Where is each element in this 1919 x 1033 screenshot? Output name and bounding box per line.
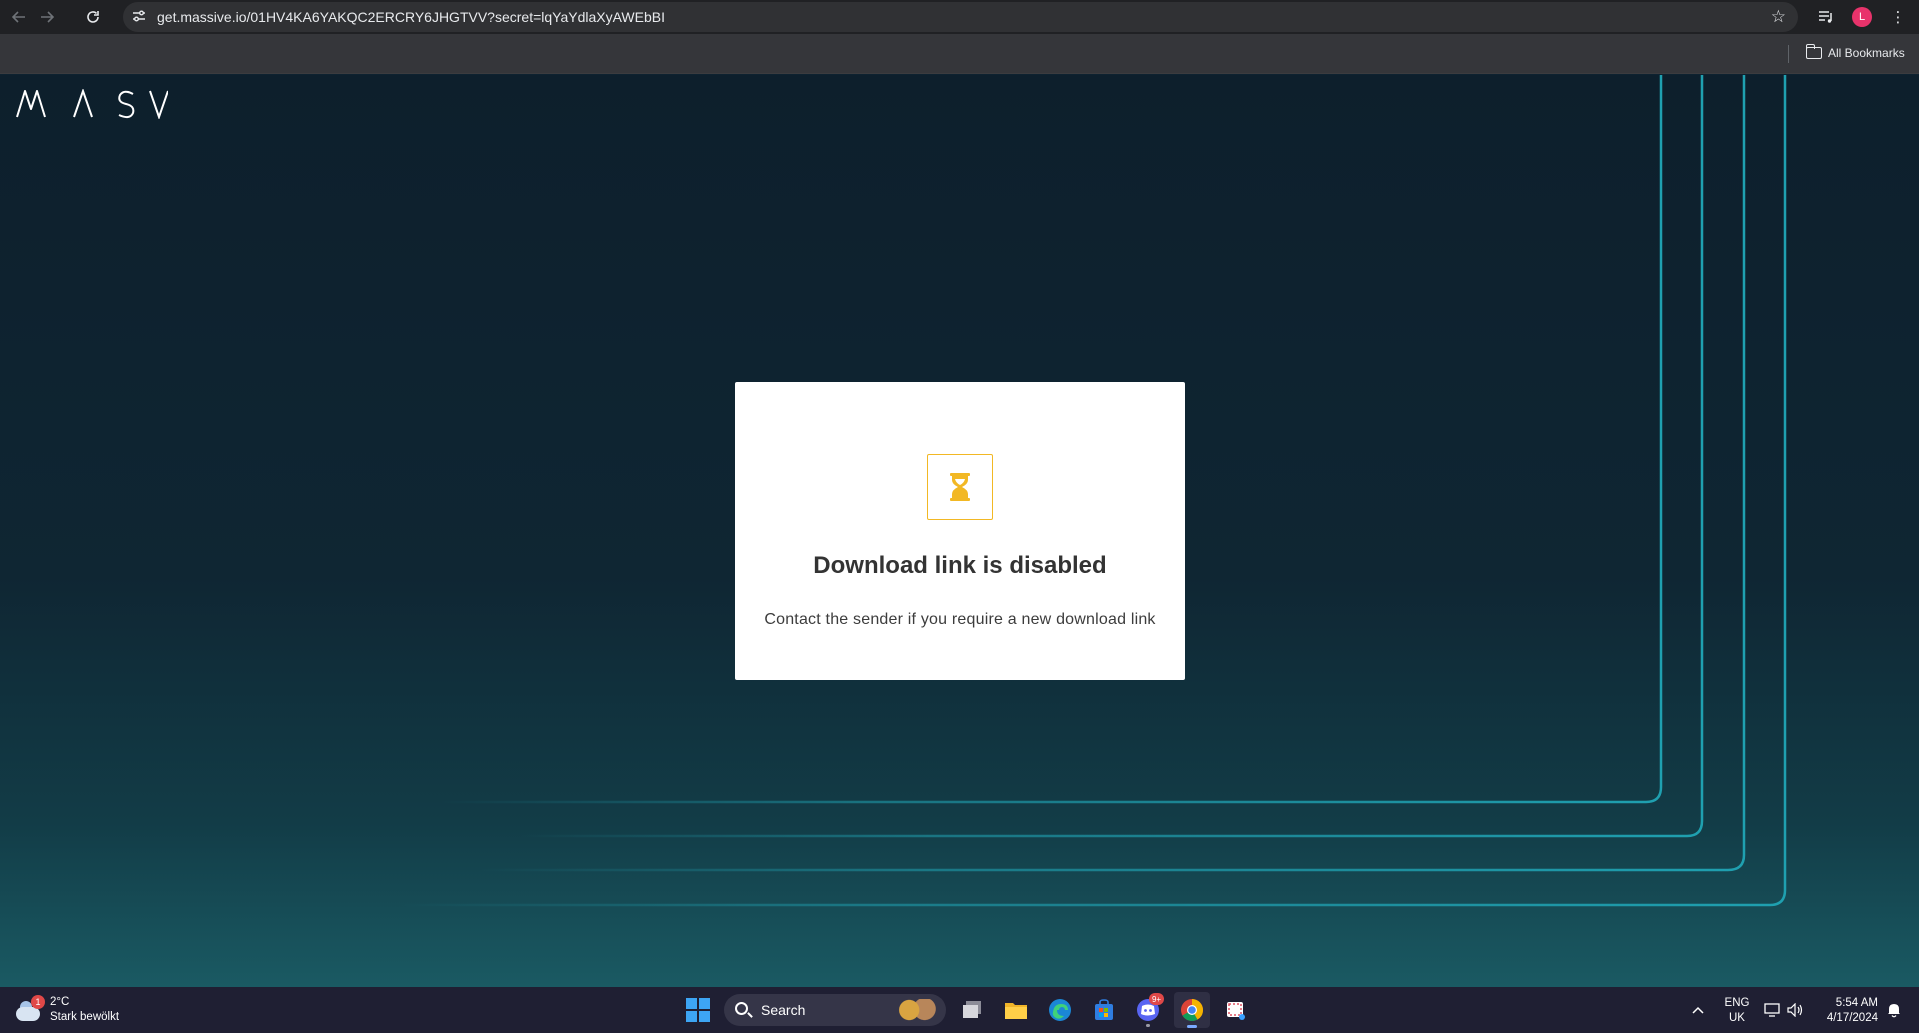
folder-icon (1805, 44, 1822, 59)
all-bookmarks-button[interactable]: All Bookmarks (1805, 44, 1905, 60)
clock-time: 5:54 AM (1835, 997, 1878, 1009)
all-bookmarks-label: All Bookmarks (1828, 46, 1905, 60)
more-menu-icon[interactable]: ⋮ (1887, 6, 1909, 28)
address-bar[interactable]: get.massive.io/01HV4KA6YAKQC2ERCRY6JHGTV… (123, 2, 1798, 32)
volume-icon[interactable] (1785, 987, 1805, 1033)
masv-logo[interactable] (16, 87, 169, 124)
status-card: Download link is disabled Contact the se… (735, 382, 1185, 680)
search-icon (735, 1002, 748, 1015)
input-language[interactable]: ENG UK (1722, 996, 1752, 1026)
discord-notification-badge: 9+ (1149, 993, 1164, 1005)
windows-start-icon[interactable] (680, 992, 716, 1028)
browser-toolbar: get.massive.io/01HV4KA6YAKQC2ERCRY6JHGTV… (0, 0, 1919, 34)
network-icon[interactable] (1762, 987, 1782, 1033)
card-title: Download link is disabled (813, 552, 1107, 579)
taskbar-search[interactable]: Search (724, 994, 946, 1026)
site-info-icon[interactable] (131, 8, 149, 26)
bookmarks-divider (1788, 45, 1789, 63)
hourglass-icon (927, 454, 993, 520)
media-queue-icon[interactable] (1815, 6, 1837, 28)
reload-icon[interactable] (82, 6, 104, 28)
search-label: Search (761, 1002, 806, 1018)
discord-icon[interactable]: 9+ (1130, 992, 1166, 1028)
task-view-icon[interactable] (954, 992, 990, 1028)
forward-arrow-icon[interactable] (36, 6, 58, 28)
clock-date: 4/17/2024 (1826, 1012, 1878, 1024)
weather-badge: 1 (31, 995, 45, 1009)
notification-bell-icon[interactable] (1884, 987, 1904, 1033)
profile-avatar[interactable]: L (1852, 7, 1872, 27)
search-highlight-image (896, 999, 940, 1021)
snipping-tool-icon[interactable] (1218, 992, 1254, 1028)
edge-browser-icon[interactable] (1042, 992, 1078, 1028)
language-code: ENG (1724, 997, 1750, 1009)
weather-condition: Stark bewölkt (50, 1011, 120, 1023)
file-explorer-icon[interactable] (998, 992, 1034, 1028)
cloudy-weather-icon: 1 (16, 995, 45, 1021)
chrome-icon[interactable] (1174, 992, 1210, 1028)
system-clock[interactable]: 5:54 AM 4/17/2024 (1812, 996, 1878, 1026)
weather-widget[interactable]: 1 2°C Stark bewölkt (16, 995, 119, 1025)
chevron-up-icon[interactable] (1686, 987, 1710, 1033)
bookmarks-bar: All Bookmarks (0, 34, 1919, 74)
language-region: UK (1729, 1012, 1745, 1024)
microsoft-store-icon[interactable] (1086, 992, 1122, 1028)
taskbar-apps: Search 9+ (680, 992, 1254, 1028)
weather-temperature: 2°C (50, 996, 70, 1008)
windows-taskbar: 1 2°C Stark bewölkt Search 9+ ENG UK 5:5… (0, 987, 1919, 1033)
card-message: Contact the sender if you require a new … (764, 611, 1156, 628)
page-background: Download link is disabled Contact the se… (0, 75, 1919, 987)
back-arrow-icon[interactable] (8, 6, 30, 28)
bookmark-star-icon[interactable]: ☆ (1771, 7, 1786, 27)
url-text[interactable]: get.massive.io/01HV4KA6YAKQC2ERCRY6JHGTV… (157, 9, 665, 25)
